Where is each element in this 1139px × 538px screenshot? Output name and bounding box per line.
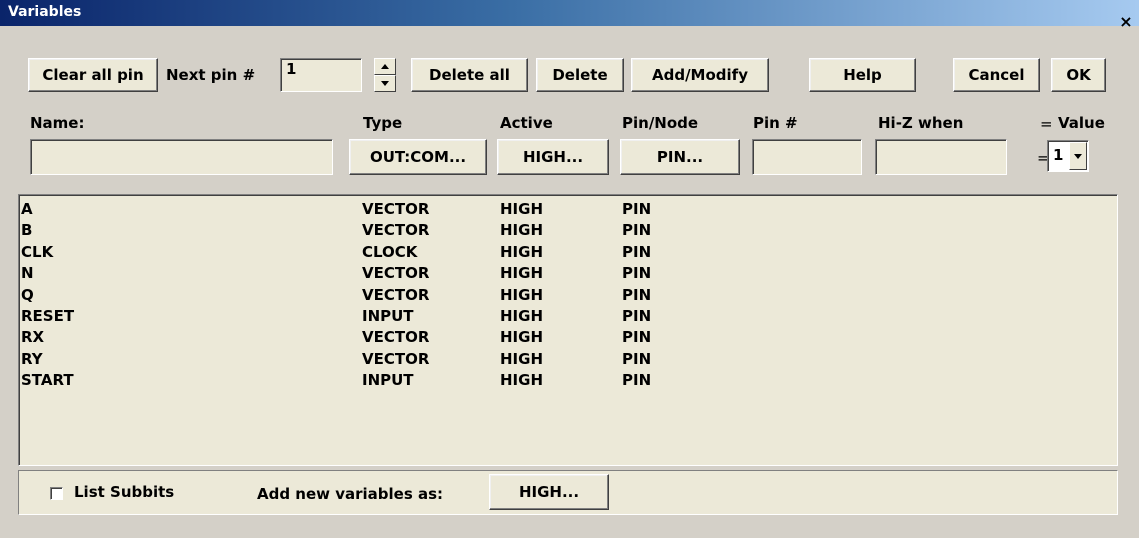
pin-number-label: Pin # (753, 114, 798, 132)
variable-name: RY (21, 349, 43, 368)
list-subbits-label[interactable]: List Subbits (74, 483, 174, 501)
variable-pin-node: PIN (622, 242, 652, 261)
cancel-button[interactable]: Cancel (953, 58, 1040, 92)
active-label: Active (500, 114, 553, 132)
name-label: Name: (30, 114, 85, 132)
list-item[interactable]: RX VECTOR HIGH PIN (19, 328, 1117, 348)
variable-active: HIGH (500, 349, 544, 368)
help-button[interactable]: Help (809, 58, 916, 92)
variable-active: HIGH (500, 371, 544, 390)
title-bar[interactable]: Variables (0, 0, 1139, 26)
variable-pin-node: PIN (622, 371, 652, 390)
list-item[interactable]: A VECTOR HIGH PIN (19, 200, 1117, 220)
variable-type: VECTOR (362, 264, 430, 283)
variable-name: Q (21, 285, 34, 304)
bottom-panel: List Subbits Add new variables as: HIGH.… (18, 470, 1118, 515)
variable-active: HIGH (500, 264, 544, 283)
value-select[interactable]: 1 (1047, 140, 1089, 172)
variable-pin-node: PIN (622, 285, 652, 304)
next-pin-spinner[interactable] (374, 58, 396, 92)
list-subbits-checkbox[interactable] (50, 487, 63, 500)
next-pin-input[interactable]: 1 (280, 58, 362, 92)
variable-name: START (21, 371, 74, 390)
pin-node-button[interactable]: PIN... (620, 139, 740, 175)
list-item[interactable]: START INPUT HIGH PIN (19, 371, 1117, 391)
window-title: Variables (8, 4, 82, 20)
variable-name: A (21, 200, 33, 218)
list-item[interactable]: RY VECTOR HIGH PIN (19, 350, 1117, 370)
list-item[interactable]: N VECTOR HIGH PIN (19, 264, 1117, 284)
variable-pin-node: PIN (622, 264, 652, 283)
hiz-when-label: Hi-Z when (878, 114, 964, 132)
variable-type: VECTOR (362, 349, 430, 368)
active-button[interactable]: HIGH... (497, 139, 609, 175)
type-button[interactable]: OUT:COM... (349, 139, 487, 175)
variable-pin-node: PIN (622, 328, 652, 347)
variable-active: HIGH (500, 307, 544, 325)
variable-type: VECTOR (362, 221, 430, 240)
type-label: Type (363, 114, 403, 132)
value-dropdown-button[interactable] (1069, 142, 1087, 170)
equals-label: = (1040, 115, 1053, 133)
list-item[interactable]: RESET INPUT HIGH PIN (19, 307, 1117, 327)
ok-button[interactable]: OK (1051, 58, 1106, 92)
pin-number-input[interactable] (752, 139, 862, 175)
add-new-variables-label: Add new variables as: (257, 485, 444, 503)
variable-name: B (21, 221, 33, 240)
variable-name: N (21, 264, 34, 283)
pin-node-label: Pin/Node (622, 114, 699, 132)
variable-type: CLOCK (362, 242, 418, 261)
variable-active: HIGH (500, 242, 544, 261)
variable-active: HIGH (500, 328, 544, 347)
variable-type: VECTOR (362, 328, 430, 347)
delete-button[interactable]: Delete (536, 58, 624, 92)
variable-type: VECTOR (362, 200, 430, 218)
delete-all-button[interactable]: Delete all (411, 58, 528, 92)
value-selected: 1 (1053, 146, 1064, 164)
variable-pin-node: PIN (622, 221, 652, 240)
variable-name: RX (21, 328, 45, 347)
chevron-down-icon (1074, 154, 1082, 159)
name-input[interactable] (30, 139, 333, 175)
variable-name: RESET (21, 307, 75, 325)
next-pin-label: Next pin # (166, 66, 256, 84)
variable-pin-node: PIN (622, 307, 652, 325)
list-item[interactable]: CLK CLOCK HIGH PIN (19, 243, 1117, 263)
variable-pin-node: PIN (622, 200, 652, 218)
variable-type: VECTOR (362, 285, 430, 304)
list-item[interactable]: B VECTOR HIGH PIN (19, 221, 1117, 241)
clear-all-pin-button[interactable]: Clear all pin (28, 58, 158, 92)
spin-up-button[interactable] (374, 58, 396, 75)
variables-dialog: Variables × Clear all pin Next pin # 1 D… (0, 0, 1139, 538)
hiz-when-input[interactable] (875, 139, 1007, 175)
list-item[interactable]: Q VECTOR HIGH PIN (19, 286, 1117, 306)
variable-active: HIGH (500, 285, 544, 304)
close-icon[interactable]: × (1116, 14, 1136, 32)
variable-type: INPUT (362, 371, 414, 390)
variables-list[interactable]: A VECTOR HIGH PIN B VECTOR HIGH PIN CLK CLOCK HIGH… (18, 194, 1118, 466)
variable-name: CLK (21, 242, 54, 261)
value-label: Value (1058, 114, 1105, 132)
variable-active: HIGH (500, 200, 544, 218)
spin-down-button[interactable] (374, 75, 396, 92)
variable-type: INPUT (362, 307, 414, 325)
add-new-variables-button[interactable]: HIGH... (489, 474, 609, 510)
spin-up-icon (381, 64, 389, 69)
variable-pin-node: PIN (622, 349, 652, 368)
variable-active: HIGH (500, 221, 544, 240)
spin-down-icon (381, 81, 389, 86)
add-modify-button[interactable]: Add/Modify (631, 58, 769, 92)
